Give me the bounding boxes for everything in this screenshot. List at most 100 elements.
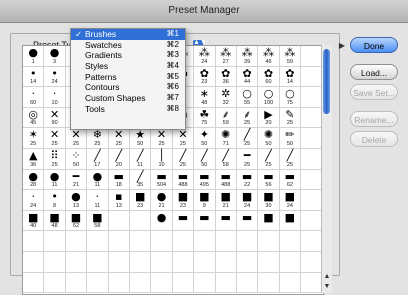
brush-preset-cell[interactable]: · 24 xyxy=(23,190,45,211)
brush-preset-cell[interactable]: ✕ 25 xyxy=(44,128,66,149)
menu-item-brushes[interactable]: ✓ Brushes ⌘1 xyxy=(71,29,185,40)
brush-preset-cell[interactable]: ╱ 17 xyxy=(87,148,109,170)
brush-preset-cell[interactable]: ● xyxy=(151,210,173,232)
brush-preset-cell[interactable] xyxy=(301,272,323,294)
brush-preset-cell[interactable] xyxy=(151,272,173,294)
brush-preset-cell[interactable]: ● 11 xyxy=(87,169,109,191)
brush-preset-cell[interactable] xyxy=(44,251,66,273)
brush-preset-cell[interactable]: ✦ 50 xyxy=(194,128,216,149)
brush-preset-cell[interactable]: ✺ 50 xyxy=(258,128,280,149)
brush-preset-cell[interactable]: ■ 48 xyxy=(44,210,66,232)
brush-preset-cell[interactable]: ■ 21 xyxy=(215,190,237,211)
brush-preset-cell[interactable] xyxy=(151,231,173,252)
brush-preset-cell[interactable]: ╱ 58 xyxy=(215,148,237,170)
brush-preset-cell[interactable]: ▬ 18 xyxy=(108,169,130,191)
save-set-button[interactable]: Save Set... xyxy=(350,84,398,100)
brush-preset-cell[interactable]: ✕ 25 xyxy=(108,128,130,149)
brush-preset-cell[interactable]: ● 1 xyxy=(23,46,45,67)
brush-preset-cell[interactable]: ╱ 50 xyxy=(194,148,216,170)
menu-item-styles[interactable]: Styles ⌘4 xyxy=(71,61,185,72)
brush-preset-cell[interactable]: │ 10 xyxy=(151,148,173,170)
brush-preset-cell[interactable] xyxy=(129,210,152,232)
brush-preset-cell[interactable]: ╱ 25 xyxy=(258,148,280,170)
brush-preset-cell[interactable]: · 11 xyxy=(87,190,109,211)
brush-preset-cell[interactable]: ■ xyxy=(279,210,302,232)
brush-preset-cell[interactable]: ▶ 20 xyxy=(258,107,280,129)
brush-preset-cell[interactable]: ▪ 13 xyxy=(108,190,130,211)
brush-preset-cell[interactable] xyxy=(44,231,66,252)
brush-preset-cell[interactable]: ▬ 22 xyxy=(236,169,259,191)
brush-preset-cell[interactable]: ▲ 36 xyxy=(23,148,45,170)
brush-preset-cell[interactable] xyxy=(215,231,237,252)
brush-preset-cell[interactable]: ╱ 25 xyxy=(172,148,195,170)
brush-preset-cell[interactable] xyxy=(301,46,323,67)
brush-preset-cell[interactable] xyxy=(279,231,302,252)
brush-preset-cell[interactable]: ╱ 20 xyxy=(108,148,130,170)
brush-preset-cell[interactable]: ● 21 xyxy=(151,190,173,211)
scroll-thumb[interactable] xyxy=(323,49,330,114)
brush-preset-cell[interactable]: ● 13 xyxy=(65,190,88,211)
brush-preset-cell[interactable] xyxy=(87,272,109,294)
menu-item-contours[interactable]: Contours ⌘6 xyxy=(71,82,185,93)
brush-preset-cell[interactable]: ✎ 25 xyxy=(279,107,302,129)
brush-preset-cell[interactable]: ∗ 48 xyxy=(194,87,216,108)
brush-preset-cell[interactable]: ☘ 75 xyxy=(194,107,216,129)
brush-preset-cell[interactable] xyxy=(23,272,45,294)
brush-preset-cell[interactable] xyxy=(258,272,280,294)
brush-preset-cell[interactable]: ✕ 90 xyxy=(44,107,66,129)
brush-preset-cell[interactable]: ● 28 xyxy=(23,169,45,191)
brush-preset-cell[interactable] xyxy=(194,251,216,273)
brush-preset-cell[interactable]: • 8 xyxy=(44,190,66,211)
brush-preset-cell[interactable] xyxy=(215,251,237,273)
brush-preset-cell[interactable]: ✏ 50 xyxy=(279,128,302,149)
brush-preset-cell[interactable] xyxy=(301,107,323,129)
brush-preset-cell[interactable]: ▬ 504 xyxy=(151,169,173,191)
brush-preset-cell[interactable]: ⁂ 46 xyxy=(258,46,280,67)
brush-preset-cell[interactable] xyxy=(301,231,323,252)
brush-preset-cell[interactable] xyxy=(236,231,259,252)
brush-preset-cell[interactable]: · 10 xyxy=(44,87,66,108)
brush-preset-cell[interactable]: ■ 40 xyxy=(23,210,45,232)
brush-preset-cell[interactable]: ▬ 56 xyxy=(258,169,280,191)
brush-preset-cell[interactable] xyxy=(129,251,152,273)
brush-preset-cell[interactable]: ╱ 11 xyxy=(129,148,152,170)
brush-preset-cell[interactable]: ✿ 14 xyxy=(279,66,302,88)
brush-preset-cell[interactable] xyxy=(301,148,323,170)
brush-preset-cell[interactable]: ⁘ 50 xyxy=(65,148,88,170)
brush-preset-cell[interactable]: ■ 52 xyxy=(65,210,88,232)
brush-preset-cell[interactable]: ▬ xyxy=(215,210,237,232)
done-button[interactable]: Done xyxy=(350,37,398,53)
brush-preset-cell[interactable]: ━ 21 xyxy=(65,169,88,191)
brush-preset-cell[interactable]: ⁂ 24 xyxy=(194,46,216,67)
brush-preset-cell[interactable]: ■ 9 xyxy=(194,190,216,211)
brush-preset-cell[interactable] xyxy=(279,251,302,273)
brush-preset-cell[interactable]: ✿ 44 xyxy=(236,66,259,88)
brush-preset-cell[interactable]: ⁂ 27 xyxy=(215,46,237,67)
brush-preset-cell[interactable]: ✿ 36 xyxy=(215,66,237,88)
brush-preset-cell[interactable] xyxy=(151,251,173,273)
scroll-down-arrow[interactable]: ▼ xyxy=(323,283,331,291)
scroll-up-arrow[interactable]: ▲ xyxy=(323,273,331,281)
brush-preset-cell[interactable]: ✕ 25 xyxy=(172,128,195,149)
vertical-scrollbar[interactable]: ▲ ▼ xyxy=(321,45,332,293)
menu-item-patterns[interactable]: Patterns ⌘5 xyxy=(71,72,185,83)
brush-preset-cell[interactable]: ○ 55 xyxy=(236,87,259,108)
brush-preset-cell[interactable]: • 14 xyxy=(23,66,45,88)
brush-preset-cell[interactable]: ✿ 23 xyxy=(194,66,216,88)
brush-preset-cell[interactable] xyxy=(108,231,130,252)
brush-preset-cell[interactable] xyxy=(65,251,88,273)
brush-preset-cell[interactable] xyxy=(258,231,280,252)
brush-preset-cell[interactable] xyxy=(236,251,259,273)
brush-preset-cell[interactable]: ▬ 495 xyxy=(194,169,216,191)
brush-preset-cell[interactable]: ✺ 71 xyxy=(215,128,237,149)
brush-preset-cell[interactable]: ⠿ 25 xyxy=(44,148,66,170)
brush-preset-cell[interactable]: ▬ xyxy=(172,210,195,232)
brush-preset-cell[interactable] xyxy=(301,87,323,108)
flyout-menu-icon[interactable]: ▶ xyxy=(337,41,347,51)
menu-item-tools[interactable]: Tools ⌘8 xyxy=(71,104,185,115)
brush-preset-cell[interactable]: ■ 58 xyxy=(87,210,109,232)
brush-preset-cell[interactable]: ❄ 25 xyxy=(87,128,109,149)
brush-preset-cell[interactable] xyxy=(301,190,323,211)
load-button[interactable]: Load... xyxy=(350,64,398,80)
rename-button[interactable]: Rename... xyxy=(350,111,398,127)
